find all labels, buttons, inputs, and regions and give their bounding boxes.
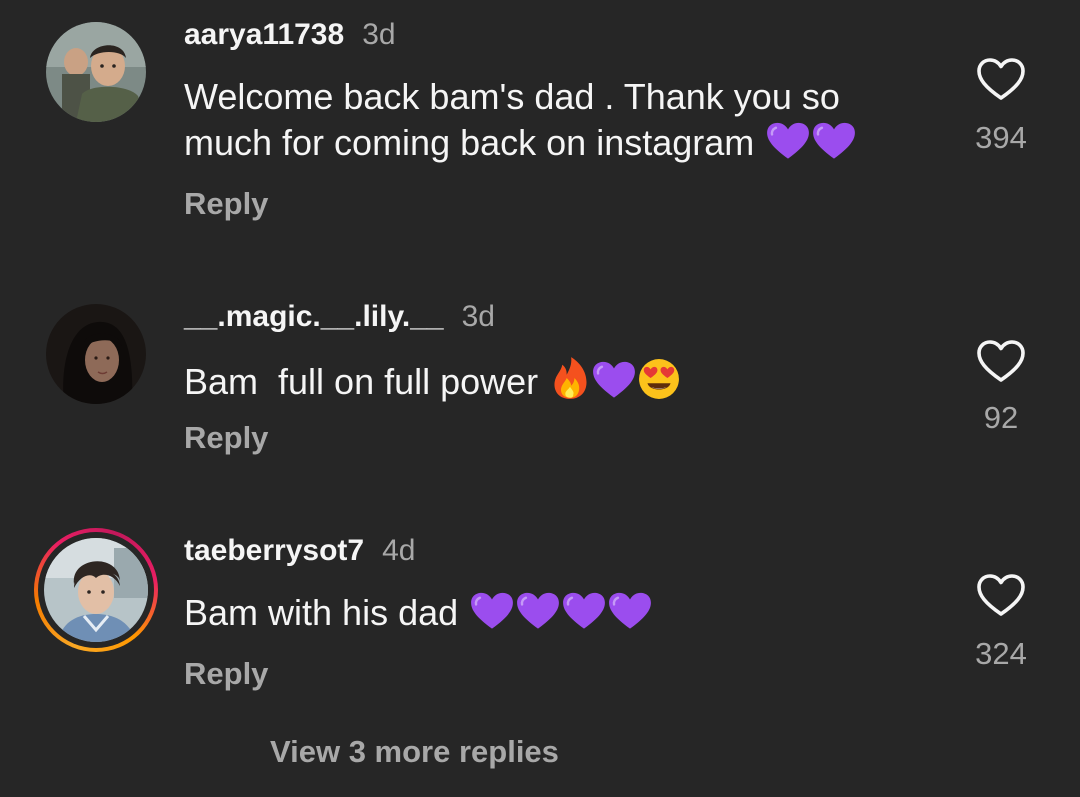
comment-header: taeberrysot7 4d <box>184 534 415 568</box>
avatar[interactable] <box>46 304 146 404</box>
comment-text-span: Bam full on full power <box>184 361 539 402</box>
comment-text-line: Welcome back bam's dad . Thank you so <box>184 76 840 117</box>
purple-heart-emoji <box>470 591 514 631</box>
comment-text-span: much for coming back on instagram <box>184 122 755 163</box>
story-ring[interactable] <box>34 528 158 652</box>
comment-text: Welcome back bam's dad . Thank you so mu… <box>184 74 944 166</box>
heart-outline-icon[interactable] <box>976 572 1026 618</box>
comment-header: aarya11738 3d <box>184 18 396 52</box>
reply-button[interactable]: Reply <box>184 656 268 692</box>
comment-time: 3d <box>461 300 495 333</box>
heart-eyes-emoji <box>638 358 680 400</box>
comment-time: 4d <box>382 534 416 567</box>
purple-heart-emoji <box>766 121 810 161</box>
comment-text: Bam full on full power <box>184 356 944 405</box>
username[interactable]: aarya11738 <box>184 18 344 51</box>
fire-emoji <box>550 356 590 400</box>
avatar[interactable] <box>44 538 148 642</box>
heart-outline-icon[interactable] <box>976 338 1026 384</box>
purple-heart-emoji <box>516 591 560 631</box>
avatar[interactable] <box>46 22 146 122</box>
reply-button[interactable]: Reply <box>184 186 268 222</box>
comment-header: __.magic.__.lily.__ 3d <box>184 300 495 334</box>
like-count: 324 <box>975 636 1027 671</box>
heart-outline-icon[interactable] <box>976 56 1026 102</box>
purple-heart-emoji <box>608 591 652 631</box>
reply-button[interactable]: Reply <box>184 420 268 456</box>
username[interactable]: taeberrysot7 <box>184 534 364 567</box>
comment-text-line: Bam with his dad <box>184 590 944 636</box>
like-count: 394 <box>975 120 1027 155</box>
purple-heart-emoji <box>592 360 636 400</box>
like-count: 92 <box>983 400 1019 435</box>
view-more-replies-button[interactable]: View 3 more replies <box>270 734 559 770</box>
comment-text: Bam with his dad <box>184 590 944 636</box>
username[interactable]: __.magic.__.lily.__ <box>184 300 444 333</box>
comment-time: 3d <box>362 18 396 51</box>
comment-text-line: Bam full on full power <box>184 356 944 405</box>
purple-heart-emoji <box>812 121 856 161</box>
comment-text-span: Bam with his dad <box>184 592 459 633</box>
comment-text-line: much for coming back on instagram <box>184 120 944 166</box>
purple-heart-emoji <box>562 591 606 631</box>
